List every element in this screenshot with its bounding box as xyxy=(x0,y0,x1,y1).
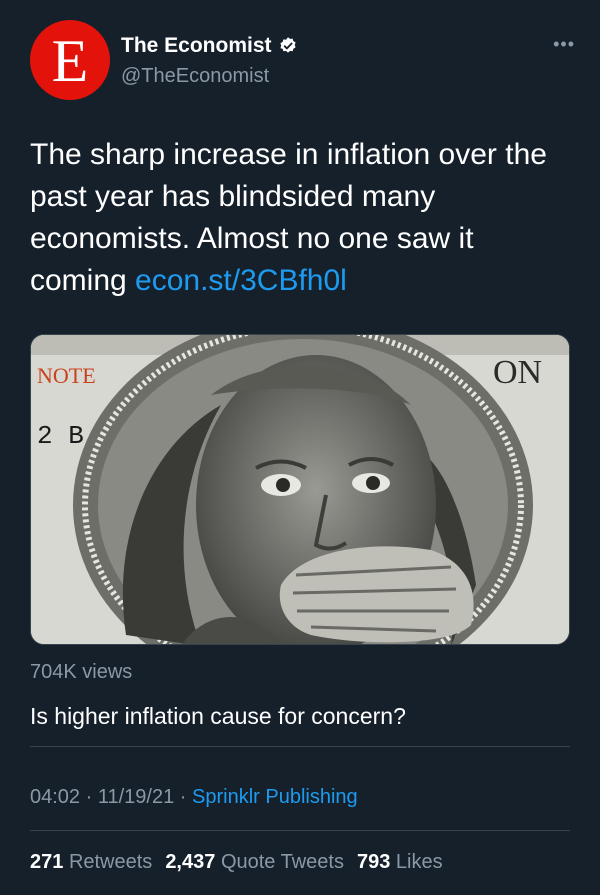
video-title[interactable]: Is higher inflation cause for concern? xyxy=(30,703,406,730)
tweet-date[interactable]: 11/19/21 xyxy=(98,786,174,808)
verified-badge-icon xyxy=(278,36,298,56)
retweets-count: 271 xyxy=(30,851,64,873)
bill-illustration: NOTE 2 B ON xyxy=(31,335,569,644)
tweet-link[interactable]: econ.st/3CBfh0l xyxy=(135,264,347,297)
likes-count: 793 xyxy=(356,851,391,873)
quote-tweets-stat[interactable]: 2,437 Quote Tweets xyxy=(165,851,344,874)
divider xyxy=(30,830,570,831)
tweet-header: E The Economist @TheEconomist ••• xyxy=(30,20,575,102)
quotes-count: 2,437 xyxy=(165,851,216,873)
engagement-stats: 271 Retweets 2,437 Quote Tweets 793 Like… xyxy=(30,851,456,874)
bill-note-text: NOTE xyxy=(37,363,96,388)
avatar[interactable]: E xyxy=(30,20,110,100)
tweet-text: The sharp increase in inflation over the… xyxy=(30,134,575,302)
bill-corner: ON xyxy=(493,354,542,391)
view-count: 704K views xyxy=(30,661,133,683)
avatar-letter: E xyxy=(51,28,89,94)
likes-label: Likes xyxy=(395,851,443,873)
account-name-row: The Economist xyxy=(121,34,298,58)
quotes-label: Quote Tweets xyxy=(220,851,344,873)
more-options-icon[interactable]: ••• xyxy=(553,34,575,55)
tweet-time[interactable]: 04:02 xyxy=(30,786,80,808)
bill-serial: 2 B xyxy=(37,421,84,451)
meta-separator: · xyxy=(179,786,187,808)
retweets-label: Retweets xyxy=(68,851,153,873)
video-thumbnail[interactable]: NOTE 2 B ON xyxy=(30,334,570,645)
meta-separator: · xyxy=(85,786,93,808)
tweet-source[interactable]: Sprinklr Publishing xyxy=(192,786,358,808)
account-handle[interactable]: @TheEconomist xyxy=(121,65,269,88)
likes-stat[interactable]: 793 Likes xyxy=(357,851,443,874)
account-name[interactable]: The Economist xyxy=(121,34,272,58)
divider xyxy=(30,746,570,747)
tweet-metadata: 04:02 · 11/19/21 · Sprinklr Publishing xyxy=(30,786,358,809)
retweets-stat[interactable]: 271 Retweets xyxy=(30,851,152,874)
